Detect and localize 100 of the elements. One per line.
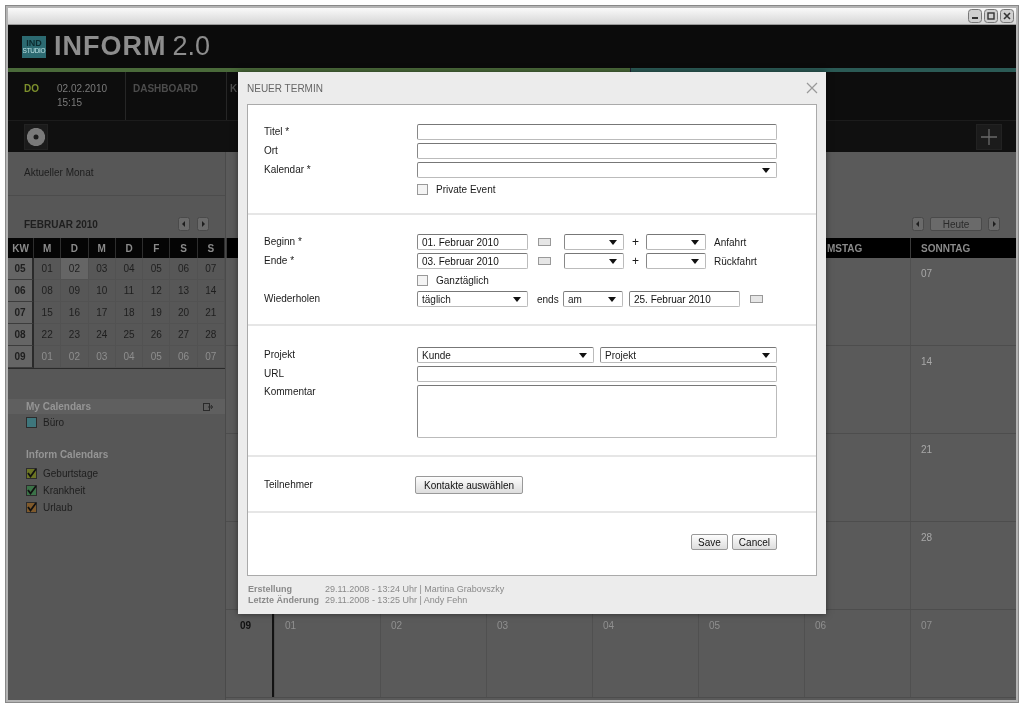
comment-field[interactable]: [417, 385, 777, 438]
calendar-day[interactable]: 03: [88, 258, 116, 280]
column-header: M: [88, 238, 116, 258]
calendar-day[interactable]: 25: [115, 324, 144, 346]
plus-sign: +: [632, 235, 639, 249]
time-dropdown[interactable]: [564, 253, 624, 269]
checkbox[interactable]: [417, 183, 428, 195]
dialog-title: NEUER TERMIN: [247, 82, 323, 94]
calendar-name[interactable]: Geburtstage: [43, 468, 99, 479]
dropdown[interactable]: Projekt: [600, 347, 777, 363]
settings-button[interactable]: [24, 123, 48, 150]
week-number: 09: [8, 346, 34, 368]
arrow-box-icon[interactable]: [203, 402, 213, 411]
date-field[interactable]: 01. Februar 2010: [417, 234, 528, 250]
date-picker-icon[interactable]: [538, 238, 551, 246]
calendar-day[interactable]: 04: [115, 258, 144, 280]
plus-sign: +: [632, 254, 639, 268]
prev-button[interactable]: [912, 217, 924, 231]
app-version: 2.0: [172, 31, 211, 62]
column-header: F: [143, 238, 171, 258]
calendar-checkbox[interactable]: [26, 417, 37, 428]
caret-icon: [609, 239, 617, 245]
column-header: M: [34, 238, 62, 258]
ends-label: ends: [537, 293, 560, 305]
text-field[interactable]: [417, 143, 777, 159]
field-label: Ende *: [264, 254, 296, 268]
travel-label: Rückfahrt: [714, 255, 757, 267]
date-label: 02.02.2010: [57, 83, 108, 94]
calendar-day[interactable]: 13: [170, 280, 198, 302]
day-number[interactable]: 28: [910, 522, 1016, 609]
calendar-day[interactable]: 15: [34, 302, 62, 324]
dropdown[interactable]: Kunde: [417, 347, 594, 363]
calendar-checkbox[interactable]: [26, 485, 37, 496]
date-picker-icon[interactable]: [538, 257, 551, 265]
next-month-button[interactable]: [197, 217, 209, 231]
cancel-button[interactable]: Cancel: [731, 534, 777, 550]
column-header: D: [115, 238, 144, 258]
month-title: FEBRUAR 2010: [24, 218, 99, 230]
text-field[interactable]: [417, 366, 777, 382]
caret-icon: [513, 296, 521, 302]
day-number[interactable]: 14: [910, 346, 1016, 433]
calendar-day[interactable]: 18: [115, 302, 144, 324]
dropdown[interactable]: täglich: [417, 291, 528, 307]
dropdown[interactable]: am: [563, 291, 623, 307]
date-field[interactable]: 25. Februar 2010: [629, 291, 740, 307]
prev-month-button[interactable]: [178, 217, 190, 231]
text-field[interactable]: [417, 124, 777, 140]
date-picker-icon[interactable]: [750, 295, 763, 303]
calendar-day[interactable]: 02: [61, 258, 89, 280]
week-number: 05: [8, 258, 34, 280]
time-label: 15:15: [57, 97, 84, 108]
minimize-icon[interactable]: [968, 9, 982, 23]
field-label: Kalendar *: [264, 163, 312, 177]
next-button[interactable]: [988, 217, 1000, 231]
contacts-button[interactable]: Kontakte auswählen: [415, 476, 524, 494]
caret-icon: [762, 167, 770, 173]
maximize-icon[interactable]: [984, 9, 998, 23]
calendar-day[interactable]: 11: [115, 280, 144, 302]
dropdown[interactable]: [417, 162, 777, 178]
day-number[interactable]: 07: [910, 258, 1016, 345]
save-button[interactable]: Save: [691, 534, 728, 550]
calendar-checkbox[interactable]: [26, 502, 37, 513]
day-number[interactable]: 21: [910, 434, 1016, 521]
checkbox[interactable]: [417, 274, 428, 286]
close-icon[interactable]: [1000, 9, 1014, 23]
caret-icon: [762, 352, 770, 358]
today-button[interactable]: Heute: [930, 217, 982, 231]
calendar-day[interactable]: 24: [88, 324, 116, 346]
add-button[interactable]: [976, 123, 1002, 150]
column-header: S: [170, 238, 198, 258]
column-header: D: [61, 238, 89, 258]
meta-value: 29.11.2008 - 13:24 Uhr | Martina Grabovszky: [325, 584, 506, 594]
plus-icon: [980, 127, 998, 146]
weekday-label: DO: [24, 83, 39, 96]
calendar-day[interactable]: 22: [34, 324, 62, 346]
travel-label: Anfahrt: [714, 236, 747, 248]
field-label: Teilnehmer: [264, 478, 314, 492]
checkbox-label[interactable]: Private Event: [436, 183, 496, 195]
caret-icon: [579, 352, 587, 358]
column-header: S: [197, 238, 225, 258]
field-label: URL: [264, 367, 285, 381]
checkbox-label[interactable]: Ganztäglich: [436, 274, 489, 286]
meta-value: 29.11.2008 - 13:25 Uhr | Andy Fehn: [325, 595, 469, 605]
caret-icon: [691, 239, 699, 245]
time-dropdown[interactable]: [646, 234, 706, 250]
time-dropdown[interactable]: [646, 253, 706, 269]
group-title: Inform Calendars: [25, 449, 110, 462]
field-label: Titel *: [264, 125, 291, 139]
time-dropdown[interactable]: [564, 234, 624, 250]
field-label: Beginn *: [264, 235, 303, 249]
calendar-name[interactable]: Urlaub: [43, 502, 73, 513]
week-number: 06: [8, 280, 34, 302]
week-number: 07: [8, 302, 34, 324]
field-label: Kommentar: [264, 385, 317, 399]
field-label: Ort: [264, 144, 279, 158]
calendar-name[interactable]: Büro: [43, 417, 65, 428]
date-field[interactable]: 03. Februar 2010: [417, 253, 528, 269]
calendar-checkbox[interactable]: [26, 468, 37, 479]
logo-text: IND: [26, 38, 42, 48]
calendar-day[interactable]: 23: [61, 324, 89, 346]
